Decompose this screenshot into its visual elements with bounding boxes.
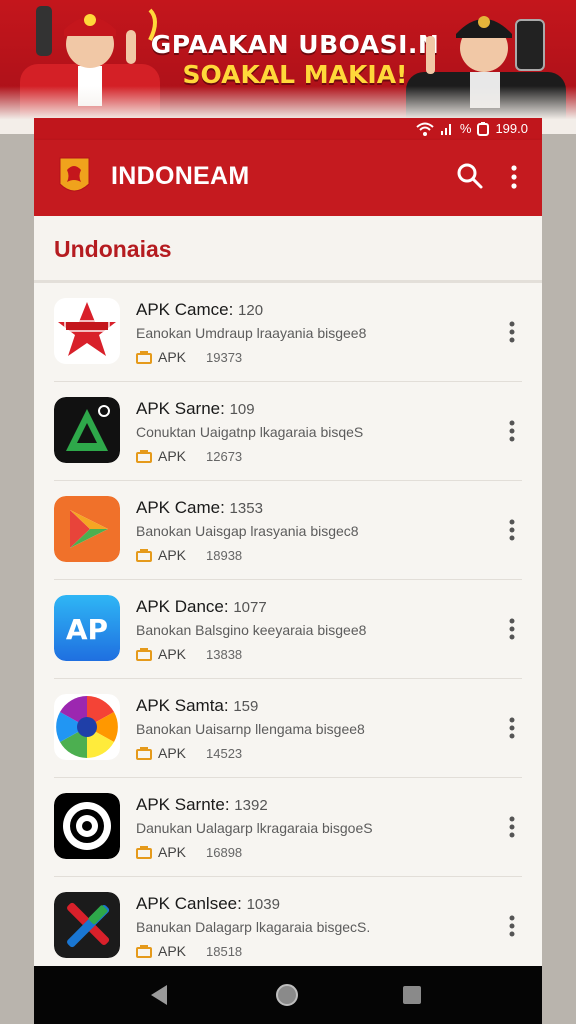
recents-square-icon[interactable] xyxy=(399,982,425,1008)
item-description: Banukan Dalagarp lkagaraia bisgecS. xyxy=(136,919,371,935)
list-item[interactable]: APK Canlsee: 1039 Banukan Dalagarp lkaga… xyxy=(54,877,522,966)
item-meta: APK 13838 xyxy=(136,646,242,662)
app-bar: INDONEAM xyxy=(34,140,542,216)
app-screen: % 199.0 INDONEAM Undonaias APK Camce: 12… xyxy=(34,118,542,966)
banner-subheadline: SOAKAL MAKIA! xyxy=(182,60,408,89)
list-item[interactable]: APK Came: 1353 Banokan Uaisgap lrasyania… xyxy=(54,481,522,580)
item-meta: APK 18518 xyxy=(136,943,242,959)
item-size: 14523 xyxy=(206,745,243,761)
shield-logo-icon[interactable] xyxy=(58,156,91,198)
briefcase-icon xyxy=(136,351,152,364)
section-header: Undonaias xyxy=(34,216,542,283)
item-tag: APK xyxy=(158,745,187,761)
briefcase-icon xyxy=(136,450,152,463)
item-tag: APK xyxy=(158,646,187,662)
red-star-icon xyxy=(54,298,120,364)
list-item[interactable]: APK Sarne: 109 Conuktan Uaigatnp lkagara… xyxy=(54,382,522,481)
item-tag: APK xyxy=(158,844,187,860)
back-triangle-icon[interactable] xyxy=(147,982,173,1008)
item-description: Danukan Ualagarp lkragaraia bisgoeS xyxy=(136,820,373,836)
item-meta: APK 16898 xyxy=(136,844,242,860)
item-description: Banokan Uaisgap lrasyania bisgec8 xyxy=(136,523,359,539)
app-title: INDONEAM xyxy=(111,162,250,190)
more-vertical-icon[interactable] xyxy=(504,616,520,642)
item-title: APK Canlsee: 1039 xyxy=(136,894,280,913)
briefcase-icon xyxy=(136,648,152,661)
item-size: 19373 xyxy=(206,349,243,365)
more-vertical-icon[interactable] xyxy=(504,319,520,345)
item-description: Eanokan Umdraup lraayania bisgee8 xyxy=(136,325,367,341)
item-tag: APK xyxy=(158,448,187,464)
item-title: APK Camce: 120 xyxy=(136,300,264,319)
item-meta: APK 14523 xyxy=(136,745,242,761)
item-tag: APK xyxy=(158,943,187,959)
item-tag: APK xyxy=(158,349,187,365)
item-title: APK Came: 1353 xyxy=(136,498,263,517)
item-tag: APK xyxy=(158,547,187,563)
item-title: APK Sarne: 109 xyxy=(136,399,255,418)
apk-list: APK Camce: 120 Eanokan Umdraup lraayania… xyxy=(34,283,542,966)
promo-banner[interactable]: GPAAKAN UBOASI.N SOAKAL MAKIA! xyxy=(0,0,576,134)
more-vertical-icon[interactable] xyxy=(504,517,520,543)
item-description: Banokan Balsgino keeyaraia bisgee8 xyxy=(136,622,367,638)
item-size: 18518 xyxy=(206,943,243,959)
item-title: APK Sarnte: 1392 xyxy=(136,795,268,814)
section-title: Undonaias xyxy=(54,236,172,262)
status-time: 199.0 xyxy=(495,121,528,136)
item-meta: APK 19373 xyxy=(136,349,242,365)
more-vertical-icon[interactable] xyxy=(504,715,520,741)
list-item[interactable]: APK Camce: 120 Eanokan Umdraup lraayania… xyxy=(54,283,522,382)
app-store-icon: AP xyxy=(54,595,120,661)
svg-text:AP: AP xyxy=(66,613,108,646)
item-description: Banokan Uaisarnp llengama bisgee8 xyxy=(136,721,365,737)
list-item[interactable]: APK Sarnte: 1392 Danukan Ualagarp lkraga… xyxy=(54,778,522,877)
search-icon[interactable] xyxy=(456,162,484,190)
briefcase-icon xyxy=(136,549,152,562)
item-meta: APK 12673 xyxy=(136,448,242,464)
battery-icon xyxy=(477,121,490,136)
item-title: APK Dance: 1077 xyxy=(136,597,267,616)
more-vertical-icon[interactable] xyxy=(504,162,524,192)
item-description: Conuktan Uaigatnp lkagaraia bisqeS xyxy=(136,424,364,440)
briefcase-icon xyxy=(136,945,152,958)
item-size: 16898 xyxy=(206,844,243,860)
list-item[interactable]: APK Samta: 159 Banokan Uaisarnp llengama… xyxy=(54,679,522,778)
wifi-icon xyxy=(416,122,434,136)
more-vertical-icon[interactable] xyxy=(504,814,520,840)
banner-headline: GPAAKAN UBOASI.N xyxy=(150,30,440,59)
item-title: APK Samta: 159 xyxy=(136,696,259,715)
briefcase-icon xyxy=(136,747,152,760)
color-wheel-icon xyxy=(54,694,120,760)
system-nav-bar xyxy=(34,966,542,1024)
briefcase-icon xyxy=(136,846,152,859)
target-icon xyxy=(54,793,120,859)
status-bar: % 199.0 xyxy=(34,118,542,140)
more-vertical-icon[interactable] xyxy=(504,418,520,444)
item-size: 12673 xyxy=(206,448,243,464)
home-circle-icon[interactable] xyxy=(274,982,300,1008)
item-size: 18938 xyxy=(206,547,243,563)
signal-icon xyxy=(440,123,451,135)
play-store-icon xyxy=(54,496,120,562)
list-item[interactable]: AP APK Dance: 1077 Banokan Balsgino keey… xyxy=(54,580,522,679)
green-a-icon xyxy=(54,397,120,463)
status-percent: % xyxy=(459,121,472,136)
item-size: 13838 xyxy=(206,646,243,662)
tools-icon xyxy=(54,892,120,958)
item-meta: APK 18938 xyxy=(136,547,242,563)
more-vertical-icon[interactable] xyxy=(504,913,520,939)
